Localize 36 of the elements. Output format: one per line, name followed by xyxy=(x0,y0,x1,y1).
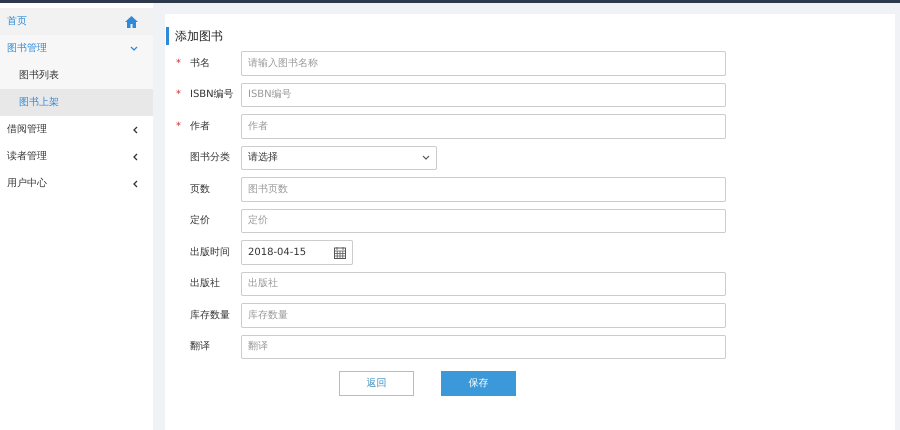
text-field[interactable]: 出版社 xyxy=(241,272,726,296)
required-mark: * xyxy=(176,56,181,71)
chevron-down-icon xyxy=(422,155,430,160)
required-mark: * xyxy=(176,120,181,134)
sidebar-item[interactable]: 借阅管理 xyxy=(0,116,153,143)
back-button[interactable]: 返回 xyxy=(339,371,414,396)
field-label: 书名 xyxy=(190,56,210,71)
home-icon xyxy=(125,16,138,28)
field-label: 页数 xyxy=(190,182,210,197)
field-label: 翻译 xyxy=(190,340,210,354)
text-field[interactable]: 请输入图书名称 xyxy=(241,51,726,76)
chevron-left-icon xyxy=(132,126,138,134)
chevron-left-icon xyxy=(132,152,138,160)
field-label: 库存数量 xyxy=(190,308,230,323)
field-label: 出版社 xyxy=(190,276,220,292)
text-field[interactable]: 作者 xyxy=(241,114,726,138)
field-label: ISBN编号 xyxy=(190,88,234,102)
chevron-left-icon xyxy=(132,180,138,188)
field-label: 作者 xyxy=(190,120,210,134)
sidebar-item[interactable]: 用户中心 xyxy=(0,170,153,197)
chevron-down-icon xyxy=(130,46,138,52)
calendar-icon xyxy=(334,246,346,259)
text-field[interactable]: 定价 xyxy=(241,208,726,233)
field-label: 图书分类 xyxy=(190,150,230,166)
select-field[interactable]: 请选择 xyxy=(241,146,437,170)
date-field[interactable]: 2018-04-15 xyxy=(241,240,353,264)
sidebar-subitem[interactable]: 图书列表 xyxy=(0,62,153,89)
required-mark: * xyxy=(176,88,181,102)
text-field[interactable]: 翻译 xyxy=(241,334,726,359)
text-field[interactable]: ISBN编号 xyxy=(241,82,726,107)
text-field[interactable]: 图书页数 xyxy=(241,177,726,202)
sidebar-item[interactable]: 读者管理 xyxy=(0,143,153,170)
form-title: 添加图书 xyxy=(166,27,895,45)
text-field[interactable]: 库存数量 xyxy=(241,303,726,328)
field-label: 定价 xyxy=(190,214,210,228)
field-label: 出版时间 xyxy=(190,246,230,260)
